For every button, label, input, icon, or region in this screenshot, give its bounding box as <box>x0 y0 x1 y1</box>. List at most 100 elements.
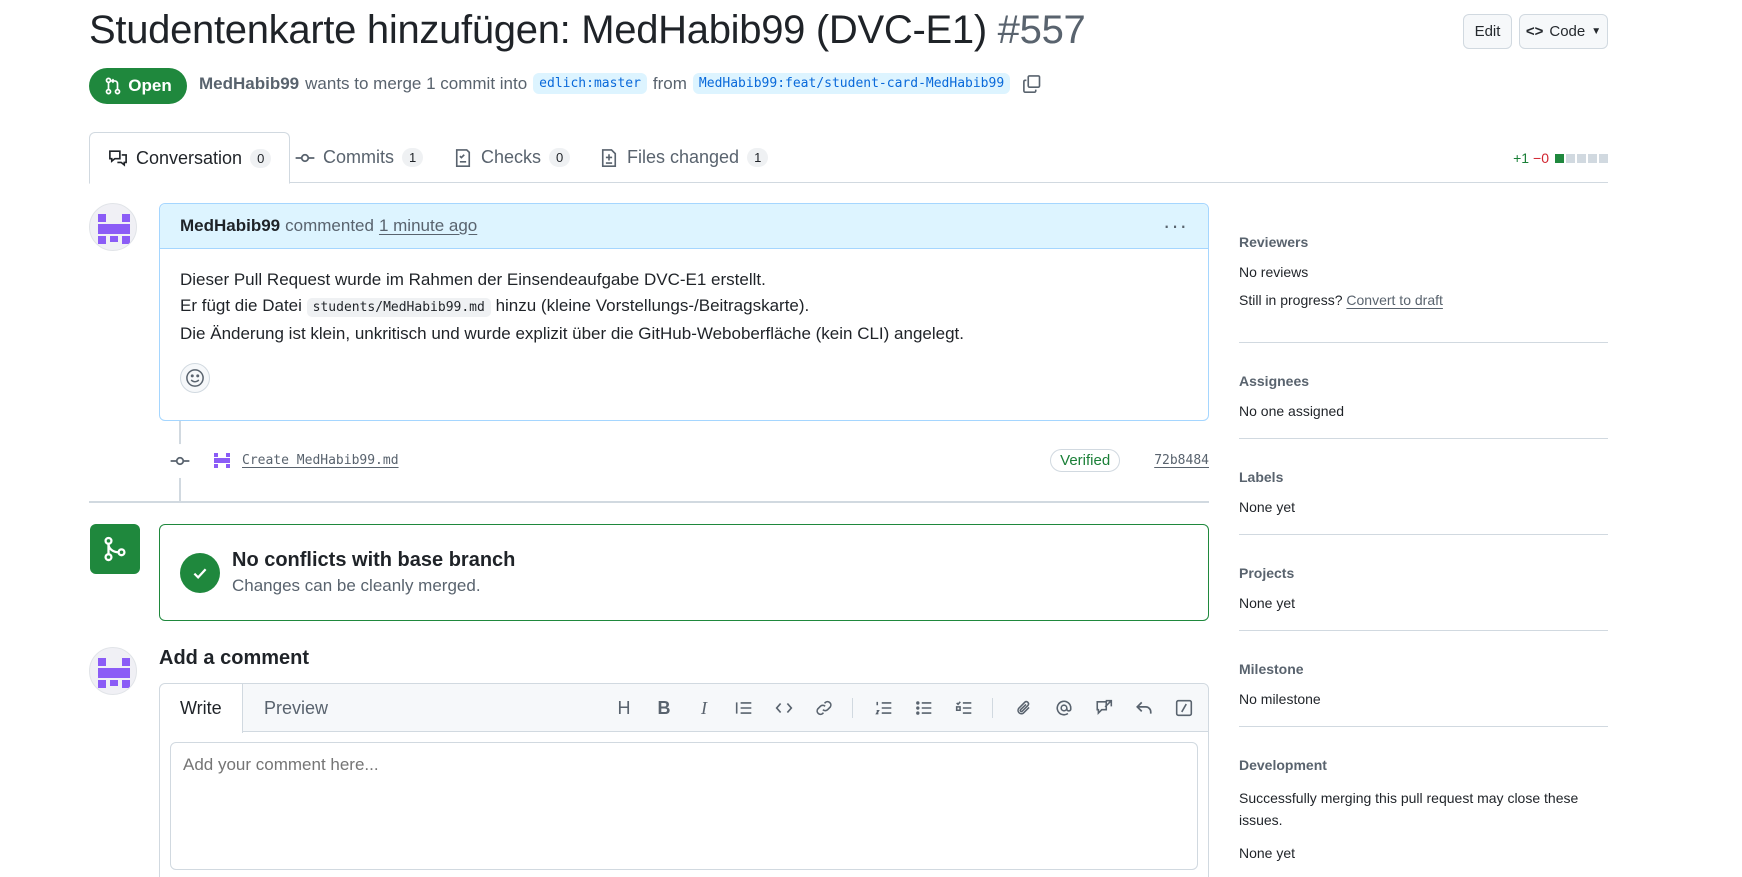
sidebar-value: None yet <box>1239 499 1296 515</box>
sidebar-value: None yet <box>1239 595 1296 611</box>
sidebar-value: No milestone <box>1239 691 1321 707</box>
tab-label: Commits <box>323 147 394 167</box>
tab-counter: 1 <box>747 148 769 167</box>
pr-title: Studentenkarte hinzufügen: MedHabib99 (D… <box>89 8 1086 53</box>
tab-commits[interactable]: Commits 1 <box>277 132 441 183</box>
commit-message-link[interactable]: Create MedHabib99.md <box>242 453 399 468</box>
sidebar-heading[interactable]: Labels <box>1239 469 1608 485</box>
tab-counter: 1 <box>402 148 424 167</box>
tab-conversation[interactable]: Conversation 0 <box>89 132 291 184</box>
sidebar-value: No one assigned <box>1239 403 1345 419</box>
inline-code: students/MedHabib99.md <box>306 298 491 317</box>
mention-icon[interactable] <box>1052 696 1076 720</box>
pr-state-badge: Open <box>89 68 187 104</box>
heading-icon[interactable]: H <box>612 696 636 720</box>
tab-write[interactable]: Write <box>160 684 243 733</box>
pr-author-link[interactable]: MedHabib99 <box>199 74 299 94</box>
git-merge-icon <box>104 536 126 562</box>
diffstat-deletions: −0 <box>1533 150 1549 166</box>
sidebar-heading[interactable]: Development <box>1239 757 1608 773</box>
sidebar-divider <box>1239 630 1608 631</box>
pr-meta-from: from <box>652 73 687 93</box>
italic-icon[interactable]: I <box>692 696 716 720</box>
comment-discussion-icon <box>109 150 127 167</box>
comment-line: Er fügt die Datei students/MedHabib99.md… <box>180 293 1188 321</box>
paperclip-icon[interactable] <box>1012 696 1036 720</box>
tab-label: Checks <box>481 147 542 167</box>
code-icon[interactable] <box>772 696 796 720</box>
comment-text: Er fügt die Datei <box>180 296 302 315</box>
edit-button[interactable]: Edit <box>1463 14 1512 49</box>
tab-files-changed[interactable]: Files changed 1 <box>581 132 786 183</box>
pr-state-label: Open <box>128 76 172 95</box>
quote-icon[interactable] <box>732 696 756 720</box>
comment-line: Die Änderung ist klein, unkritisch und w… <box>180 324 964 343</box>
tab-preview[interactable]: Preview <box>244 684 348 732</box>
copy-icon[interactable] <box>1022 74 1042 94</box>
diffstat-bar <box>1553 150 1608 166</box>
check-circle-icon <box>180 552 220 593</box>
sidebar-milestone: Milestone No milestone <box>1239 661 1608 707</box>
pr-meta: MedHabib99 wants to merge 1 commit into … <box>199 73 1042 94</box>
comment-editor: Write Preview H B I <box>159 683 1209 877</box>
sidebar-description: Successfully merging this pull request m… <box>1239 790 1579 828</box>
comment-timestamp[interactable]: 1 minute ago <box>379 216 477 236</box>
sidebar-divider <box>1239 438 1608 439</box>
slash-command-icon[interactable] <box>1172 696 1196 720</box>
avatar[interactable] <box>89 647 137 695</box>
comment-textarea[interactable] <box>170 742 1198 870</box>
add-reaction-button[interactable] <box>180 363 210 393</box>
merge-status-title: No conflicts with base branch <box>232 549 516 571</box>
code-button[interactable]: <> Code ▼ <box>1519 14 1608 49</box>
task-list-icon[interactable] <box>952 696 976 720</box>
comment-line: Dieser Pull Request wurde im Rahmen der … <box>180 270 766 289</box>
code-button-label: Code <box>1549 23 1586 40</box>
comment-author[interactable]: MedHabib99 <box>180 216 280 236</box>
avatar[interactable] <box>89 203 137 251</box>
smiley-icon <box>186 369 204 387</box>
pr-description-comment: MedHabib99 commented 1 minute ago ··· Di… <box>159 203 1209 421</box>
pr-number: #557 <box>997 8 1086 52</box>
sidebar-divider <box>1239 726 1608 727</box>
sidebar-heading[interactable]: Reviewers <box>1239 234 1608 250</box>
editor-toolbar: Write Preview H B I <box>160 684 1208 733</box>
sidebar-value: No reviews <box>1239 264 1309 280</box>
head-branch[interactable]: MedHabib99:feat/student-card-MedHabib99 <box>692 73 1011 94</box>
tab-checks[interactable]: Checks 0 <box>435 132 588 183</box>
unordered-list-icon[interactable] <box>912 696 936 720</box>
bold-icon[interactable]: B <box>652 696 676 720</box>
toolbar-divider <box>992 698 993 718</box>
checklist-icon <box>455 148 471 167</box>
draft-question: Still in progress? <box>1239 292 1343 308</box>
file-diff-icon <box>601 148 617 167</box>
timeline-divider <box>89 501 1209 503</box>
pr-tabs: Conversation 0 Commits 1 Checks 0 Files … <box>89 132 1608 184</box>
git-commit-icon <box>170 456 190 466</box>
toolbar-divider <box>852 698 853 718</box>
base-branch[interactable]: edlich:master <box>533 73 647 94</box>
sidebar-heading[interactable]: Projects <box>1239 565 1608 581</box>
sidebar-heading[interactable]: Assignees <box>1239 373 1608 389</box>
tab-label: Files changed <box>627 147 740 167</box>
avatar[interactable] <box>210 448 234 472</box>
ordered-list-icon[interactable] <box>872 696 896 720</box>
draft-row: Still in progress? Convert to draft <box>1239 292 1608 308</box>
sidebar-assignees: Assignees No one assigned <box>1239 373 1608 419</box>
timeline-commit-badge <box>163 444 197 478</box>
diffstat-additions: +1 <box>1513 150 1530 166</box>
sidebar-heading[interactable]: Milestone <box>1239 661 1608 677</box>
kebab-menu-icon[interactable]: ··· <box>1163 213 1188 239</box>
reply-icon[interactable] <box>1132 696 1156 720</box>
cross-reference-icon[interactable] <box>1092 696 1116 720</box>
sidebar-reviewers: Reviewers No reviews Still in progress? … <box>1239 234 1608 308</box>
merge-status-subtitle: Changes can be cleanly merged. <box>232 576 481 595</box>
git-commit-icon <box>295 153 315 162</box>
commit-sha-link[interactable]: 72b8484 <box>1154 453 1209 468</box>
pr-meta-text: wants to merge 1 commit into <box>305 73 528 93</box>
tab-label: Conversation <box>136 147 243 168</box>
link-icon[interactable] <box>812 696 836 720</box>
convert-to-draft-link[interactable]: Convert to draft <box>1346 292 1443 308</box>
verified-badge[interactable]: Verified <box>1050 448 1121 472</box>
merge-status-icon-box <box>90 524 140 574</box>
tab-counter: 0 <box>549 148 571 167</box>
